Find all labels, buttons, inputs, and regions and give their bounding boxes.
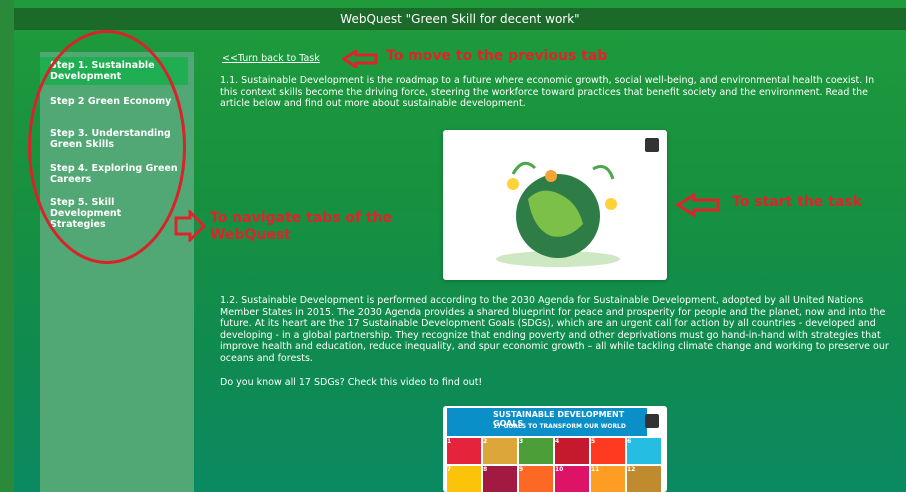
back-to-task-link[interactable]: <<Turn back to Task [222,53,320,64]
sdg-tile-2: 2 [483,438,517,464]
sdg-subtitle: 17 GOALS TO TRANSFORM OUR WORLD [493,423,626,430]
video-prompt: Do you know all 17 SDGs? Check this vide… [220,377,483,388]
expand-icon-2[interactable] [645,414,659,428]
arrow-left-icon [342,50,378,68]
earth-illustration [496,161,620,267]
sdg-tile-12: 12 [627,466,661,492]
sdg-tile-6: 6 [627,438,661,464]
sdg-tile-7: 7 [447,466,481,492]
annotation-navigate-tabs: To navigate tabs of the WebQuest [210,210,393,243]
sdg-grid: 1 2 3 4 5 6 7 8 9 10 11 12 [447,436,663,492]
sdg-tile-5: 5 [591,438,625,464]
sdg-tile-11: 11 [591,466,625,492]
sdg-tile-1: 1 [447,438,481,464]
page-title: WebQuest "Green Skill for decent work" [14,8,906,30]
sdg-tile-4: 4 [555,438,589,464]
sdg-tile-3: 3 [519,438,553,464]
sdg-tile-10: 10 [555,466,589,492]
sdg-banner: SUSTAINABLE DEVELOPMENT GOALS 17 GOALS T… [447,408,647,436]
annotation-ellipse [28,30,186,264]
left-edge [0,0,14,492]
sdg-tile-8: 8 [483,466,517,492]
expand-icon[interactable] [645,138,659,152]
annotation-start-task: To start the task [732,194,862,210]
annotation-prev-tab: To move to the previous tab [386,48,608,64]
agenda-paragraph: 1.2. Sustainable Development is performe… [220,295,889,364]
arrow-left-icon-2 [676,193,720,217]
article-card[interactable] [443,130,667,280]
intro-paragraph: 1.1. Sustainable Development is the road… [220,75,875,109]
arrow-right-icon [174,210,206,242]
sdg-tile-9: 9 [519,466,553,492]
sdg-video-card[interactable]: SUSTAINABLE DEVELOPMENT GOALS 17 GOALS T… [443,406,667,492]
